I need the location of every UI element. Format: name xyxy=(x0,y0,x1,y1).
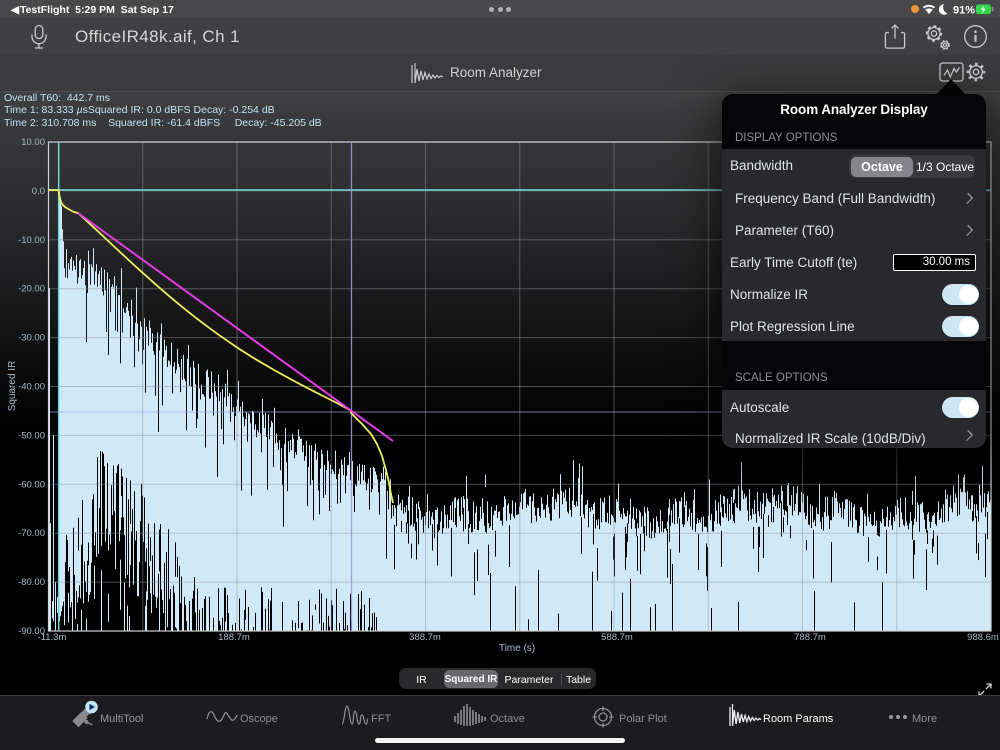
svg-text:Squared IR: Squared IR xyxy=(7,361,18,412)
svg-text:-20.00: -20.00 xyxy=(18,284,45,295)
svg-text:10.00: 10.00 xyxy=(21,137,45,148)
svg-text:988.6m: 988.6m xyxy=(967,632,999,643)
svg-text:-60.00: -60.00 xyxy=(18,479,45,490)
svg-text:91%: 91% xyxy=(953,5,975,17)
svg-text:-10.00: -10.00 xyxy=(18,235,45,246)
svg-text:388.7m: 388.7m xyxy=(409,632,441,643)
svg-text:188.7m: 188.7m xyxy=(218,632,250,643)
svg-text:Time (s): Time (s) xyxy=(499,643,535,654)
svg-text:-11.3m: -11.3m xyxy=(38,632,67,643)
svg-text:-40.00: -40.00 xyxy=(18,382,45,393)
svg-text:-50.00: -50.00 xyxy=(18,430,45,441)
svg-text:588.7m: 588.7m xyxy=(601,632,633,643)
svg-text:-80.00: -80.00 xyxy=(18,577,45,588)
svg-text:788.7m: 788.7m xyxy=(794,632,826,643)
svg-text:-70.00: -70.00 xyxy=(18,528,45,539)
svg-text:0.0: 0.0 xyxy=(32,186,45,197)
svg-text:-30.00: -30.00 xyxy=(18,333,45,344)
